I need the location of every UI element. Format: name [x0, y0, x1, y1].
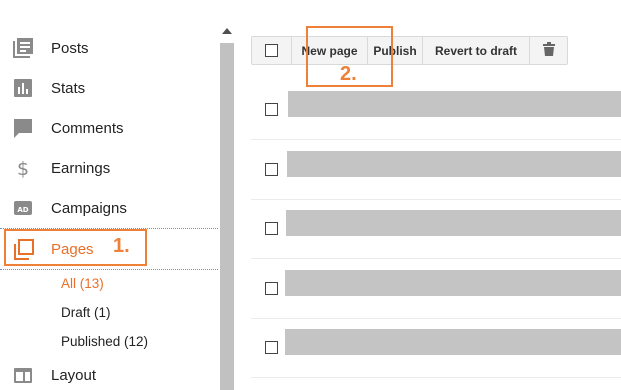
- table-row[interactable]: [251, 319, 621, 378]
- submenu-item-all[interactable]: All (13): [61, 276, 104, 291]
- ad-icon: AD: [13, 198, 33, 218]
- redacted-page-title: [285, 270, 621, 296]
- posts-icon: [13, 38, 33, 58]
- pages-toolbar: New page Publish Revert to draft: [251, 36, 568, 65]
- dollar-icon: $: [13, 158, 33, 180]
- select-all-checkbox[interactable]: [265, 44, 278, 57]
- redacted-page-title: [286, 210, 621, 236]
- redacted-page-title: [285, 329, 621, 355]
- table-row[interactable]: [251, 260, 621, 319]
- revert-to-draft-button[interactable]: Revert to draft: [423, 36, 530, 65]
- sidebar-item-posts[interactable]: Posts: [0, 28, 220, 68]
- row-checkbox[interactable]: [265, 163, 278, 176]
- sidebar-item-stats[interactable]: Stats: [0, 68, 220, 108]
- sidebar-item-campaigns[interactable]: AD Campaigns: [0, 188, 220, 228]
- scroll-up-arrow-icon: [222, 28, 232, 34]
- sidebar: Posts Stats Comments $ Earnings AD Campa…: [0, 0, 220, 390]
- comments-icon: [13, 118, 33, 138]
- select-all-button[interactable]: [251, 36, 292, 65]
- table-row[interactable]: [251, 141, 621, 200]
- row-checkbox[interactable]: [265, 222, 278, 235]
- row-checkbox[interactable]: [265, 103, 278, 116]
- submenu-item-draft[interactable]: Draft (1): [61, 305, 111, 320]
- redacted-page-title: [288, 91, 621, 117]
- sidebar-item-layout[interactable]: Layout: [0, 355, 220, 390]
- submenu-item-published[interactable]: Published (12): [61, 334, 148, 349]
- stats-icon: [13, 78, 33, 98]
- divider: [0, 269, 218, 270]
- layout-icon: [13, 365, 33, 385]
- row-checkbox[interactable]: [265, 341, 278, 354]
- sidebar-item-label: Posts: [51, 39, 89, 57]
- table-row[interactable]: [251, 200, 621, 259]
- svg-text:AD: AD: [17, 206, 28, 214]
- sidebar-item-label: Campaigns: [51, 199, 127, 217]
- sidebar-item-label: Stats: [51, 79, 86, 97]
- redacted-page-title: [287, 151, 621, 177]
- trash-icon: [542, 42, 555, 59]
- table-row[interactable]: [251, 81, 621, 140]
- sidebar-scrollbar[interactable]: [220, 28, 234, 390]
- annotation-step1: 1.: [113, 235, 130, 257]
- row-checkbox[interactable]: [265, 282, 278, 295]
- delete-button[interactable]: [530, 36, 568, 65]
- sidebar-item-label: Earnings: [51, 159, 111, 177]
- sidebar-item-comments[interactable]: Comments: [0, 108, 220, 148]
- sidebar-item-label: Comments: [51, 119, 124, 137]
- sidebar-item-earnings[interactable]: $ Earnings: [0, 148, 220, 188]
- svg-text:$: $: [17, 158, 29, 178]
- sidebar-item-label: Layout: [51, 366, 97, 384]
